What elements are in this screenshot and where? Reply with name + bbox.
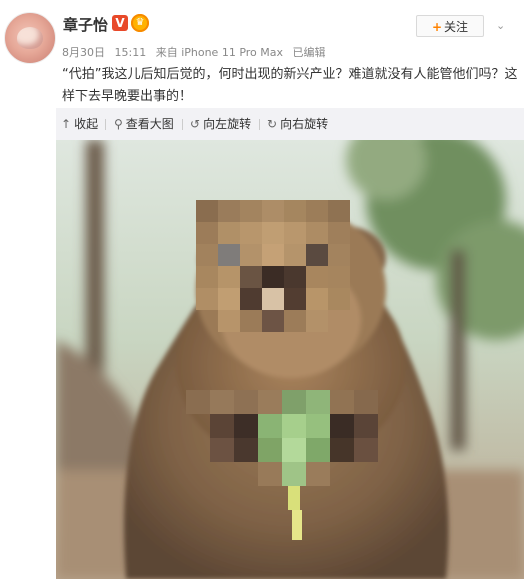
image-toolbar: ↑ 收起 ⚲ 查看大图 ↺ 向左旋转 ↻ 向右旋转 (56, 108, 524, 140)
post-source: 来自 iPhone 11 Pro Max (155, 46, 284, 59)
view-large-label: 查看大图 (125, 117, 174, 131)
post-meta: 8月30日 15:11 来自 iPhone 11 Pro Max 已编辑 (62, 44, 332, 60)
avatar[interactable] (4, 12, 56, 64)
edited-label[interactable]: 已编辑 (293, 46, 326, 59)
toolbar-divider (259, 119, 260, 130)
follow-button[interactable]: + 关注 (416, 15, 484, 37)
plus-icon: + (431, 20, 443, 34)
rotate-left-label: 向左旋转 (203, 117, 252, 131)
post-time[interactable]: 15:11 (115, 46, 147, 59)
post-date[interactable]: 8月30日 (62, 46, 105, 59)
post-header: 章子怡 V ♛ 8月30日 15:11 来自 iPhone 11 Pro Max… (0, 0, 524, 64)
quokka-photo (56, 140, 524, 579)
follow-label: 关注 (444, 20, 469, 34)
view-large-button[interactable]: ⚲ 查看大图 (114, 108, 174, 140)
pixelated-face (196, 200, 350, 332)
rotate-right-button[interactable]: ↻ 向右旋转 (267, 108, 328, 140)
collapse-icon: ↑ (61, 117, 72, 131)
toolbar-divider (105, 119, 106, 130)
member-crown-icon[interactable]: ♛ (131, 14, 149, 32)
post-text: “代拍”我这儿后知后觉的，何时出现的新兴产业？难道就没有人能管他们吗？这样下去早… (62, 67, 518, 104)
rotate-right-label: 向右旋转 (280, 117, 329, 131)
collapse-label: 收起 (74, 117, 99, 131)
rotate-left-button[interactable]: ↺ 向左旋转 (190, 108, 251, 140)
rotate-left-icon: ↺ (190, 117, 201, 131)
chevron-down-icon[interactable]: ⌄ (496, 20, 506, 31)
collapse-button[interactable]: ↑ 收起 (61, 108, 98, 140)
magnifier-icon: ⚲ (114, 117, 123, 131)
rotate-right-icon: ↻ (267, 117, 278, 131)
username[interactable]: 章子怡 (63, 14, 108, 35)
verified-badge-icon[interactable]: V (112, 15, 128, 31)
toolbar-divider (182, 119, 183, 130)
post-photo[interactable] (56, 140, 524, 579)
avatar-image (17, 27, 43, 49)
